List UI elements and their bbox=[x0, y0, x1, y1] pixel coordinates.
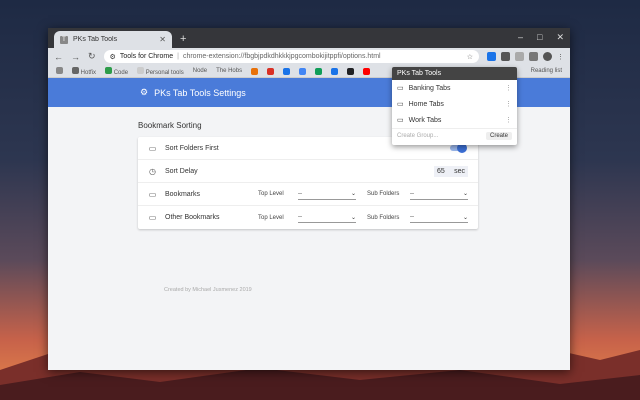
bookmark-icon[interactable] bbox=[283, 67, 291, 75]
title-bar: T PKs Tab Tools ✕ + – □ ✕ bbox=[48, 28, 570, 48]
browser-toolbar: ← → ↻ ⚙ Tools for Chrome | chrome-extens… bbox=[48, 48, 570, 65]
tab-title: PKs Tab Tools bbox=[73, 36, 118, 43]
extension-popup: PKs Tab Tools ▭ Banking Tabs ⋮ ▭ Home Ta… bbox=[392, 67, 517, 145]
menu-icon[interactable]: ⋮ bbox=[557, 53, 564, 61]
bookmark-star-icon[interactable]: ☆ bbox=[467, 53, 473, 61]
setting-label: Bookmarks bbox=[165, 190, 201, 198]
top-level-label: Top Level bbox=[258, 214, 284, 221]
setting-label: Sort Delay bbox=[165, 167, 198, 175]
extension-icon[interactable] bbox=[515, 52, 524, 61]
other-top-level-select[interactable]: -- ⌄ bbox=[298, 212, 356, 223]
bookmark-item[interactable]: Code bbox=[105, 66, 128, 76]
popup-group-item[interactable]: ▭ Home Tabs ⋮ bbox=[392, 96, 517, 112]
setting-label: Other Bookmarks bbox=[165, 214, 220, 221]
timer-icon: ◷ bbox=[149, 166, 156, 176]
sort-delay-input[interactable]: 65 sec bbox=[434, 165, 468, 177]
bookmark-icon[interactable] bbox=[267, 67, 275, 75]
browser-tab[interactable]: T PKs Tab Tools ✕ bbox=[54, 31, 172, 48]
folder-icon: ▭ bbox=[397, 85, 404, 92]
section-title: Bookmark Sorting bbox=[138, 121, 202, 130]
chevron-down-icon: ⌄ bbox=[350, 191, 356, 197]
other-sub-folders-select[interactable]: -- ⌄ bbox=[410, 212, 468, 223]
bookmark-icon[interactable] bbox=[347, 67, 355, 75]
popup-create-row: Create Group... Create bbox=[392, 128, 517, 143]
page-title: PKs Tab Tools Settings bbox=[154, 87, 246, 98]
close-window-icon[interactable]: ✕ bbox=[556, 32, 564, 43]
setting-row-bookmarks: ▭ Bookmarks Top Level -- ⌄ Sub Folders --… bbox=[138, 183, 478, 206]
folder-icon: ▭ bbox=[148, 143, 157, 153]
footer-credit: Created by Michael Jusmenez 2019 bbox=[164, 287, 252, 293]
bookmark-item[interactable]: Node bbox=[193, 68, 207, 74]
create-button[interactable]: Create bbox=[485, 132, 512, 140]
extension-icon: ⚙ bbox=[109, 53, 116, 61]
extensions-area: ⋮ bbox=[487, 52, 564, 61]
setting-row-other-bookmarks: ▭ Other Bookmarks Top Level -- ⌄ Sub Fold… bbox=[138, 206, 478, 229]
folder-icon: ▭ bbox=[148, 189, 157, 199]
address-bar[interactable]: ⚙ Tools for Chrome | chrome-extension://… bbox=[103, 50, 479, 63]
bookmark-item[interactable]: Personal tools bbox=[137, 66, 184, 76]
bookmark-icon[interactable] bbox=[251, 67, 259, 75]
folder-icon: ▭ bbox=[397, 117, 404, 124]
gear-icon: ⚙ bbox=[140, 87, 149, 97]
password-extension-icon[interactable] bbox=[487, 52, 496, 61]
popup-group-item[interactable]: ▭ Banking Tabs ⋮ bbox=[392, 80, 517, 96]
tab-favicon-icon: T bbox=[60, 35, 68, 44]
sub-folders-label: Sub Folders bbox=[367, 214, 400, 221]
new-tab-icon[interactable]: + bbox=[180, 33, 186, 45]
setting-row-sort-delay: ◷ Sort Delay 65 sec bbox=[138, 160, 478, 183]
window-controls: – □ ✕ bbox=[518, 32, 564, 43]
address-url: chrome-extension://fbgbjpdkdhkkkjpgcombo… bbox=[182, 53, 381, 60]
more-icon[interactable]: ⋮ bbox=[505, 100, 512, 108]
minimize-icon[interactable]: – bbox=[518, 32, 523, 43]
bookmark-icon[interactable] bbox=[299, 67, 307, 75]
bookmark-item[interactable]: Hotfix bbox=[72, 66, 96, 76]
bookmarks-top-level-select[interactable]: -- ⌄ bbox=[298, 189, 356, 200]
address-separator: | bbox=[177, 53, 179, 60]
bookmarks-sub-folders-select[interactable]: -- ⌄ bbox=[410, 189, 468, 200]
folder-icon: ▭ bbox=[397, 101, 404, 108]
chevron-down-icon: ⌄ bbox=[462, 214, 468, 221]
more-icon[interactable]: ⋮ bbox=[505, 84, 512, 92]
bookmark-item[interactable]: The Hobs bbox=[216, 68, 242, 74]
more-icon[interactable]: ⋮ bbox=[505, 116, 512, 124]
folder-icon: ▭ bbox=[148, 213, 157, 222]
sub-folders-label: Sub Folders bbox=[367, 191, 400, 197]
browser-window: T PKs Tab Tools ✕ + – □ ✕ ← → ↻ ⚙ Tools … bbox=[48, 28, 570, 370]
chevron-down-icon: ⌄ bbox=[350, 214, 356, 221]
popup-title: PKs Tab Tools bbox=[392, 67, 517, 80]
setting-label: Sort Folders First bbox=[165, 144, 219, 152]
settings-content: Bookmark Sorting ▭ Sort Folders First ◷ … bbox=[48, 107, 570, 370]
bookmark-item[interactable] bbox=[56, 66, 63, 76]
maximize-icon[interactable]: □ bbox=[537, 32, 542, 43]
forward-icon[interactable]: → bbox=[71, 52, 80, 62]
reading-list-link[interactable]: Reading list bbox=[531, 68, 562, 74]
settings-card: ▭ Sort Folders First ◷ Sort Delay 65 sec… bbox=[138, 137, 478, 229]
popup-group-item[interactable]: ▭ Work Tabs ⋮ bbox=[392, 112, 517, 128]
reload-icon[interactable]: ↻ bbox=[88, 51, 96, 62]
bookmark-icon[interactable] bbox=[331, 67, 339, 75]
avatar[interactable] bbox=[543, 52, 552, 61]
puzzle-icon[interactable] bbox=[529, 52, 538, 61]
address-site: Tools for Chrome bbox=[119, 53, 174, 60]
close-tab-icon[interactable]: ✕ bbox=[159, 35, 166, 44]
tab-tools-extension-icon[interactable] bbox=[501, 52, 510, 61]
top-level-label: Top Level bbox=[258, 191, 284, 197]
group-name-input[interactable]: Create Group... bbox=[397, 133, 486, 139]
youtube-icon[interactable] bbox=[363, 67, 371, 75]
sort-folders-toggle[interactable] bbox=[450, 143, 467, 153]
back-icon[interactable]: ← bbox=[54, 52, 63, 62]
chevron-down-icon: ⌄ bbox=[462, 191, 468, 197]
bookmark-icon[interactable] bbox=[315, 67, 323, 75]
